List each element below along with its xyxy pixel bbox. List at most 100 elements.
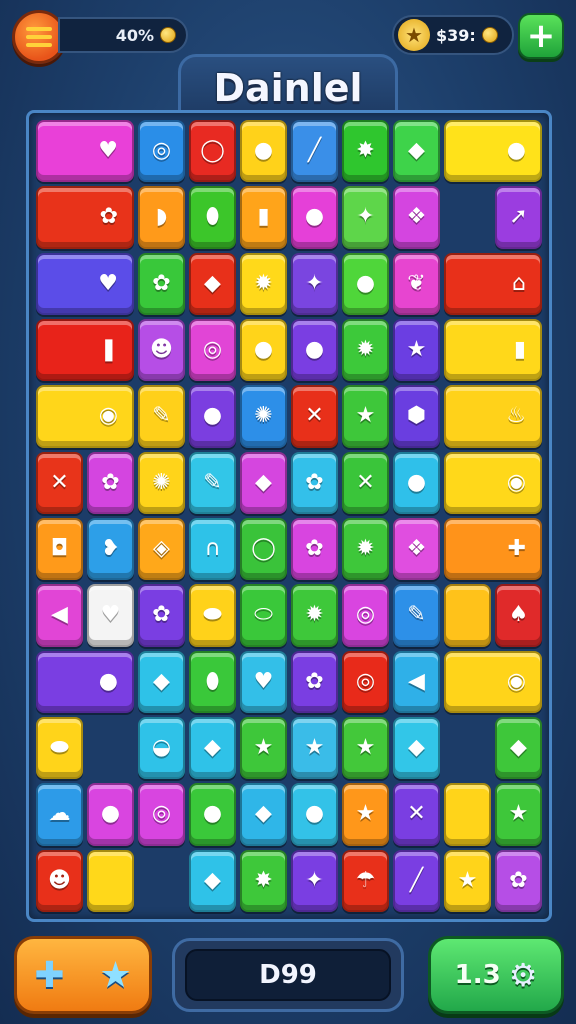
tile[interactable]: ❚ [36,319,134,382]
tile[interactable]: ⬮ [189,650,236,713]
tile[interactable]: ⬭ [240,584,287,647]
tile[interactable]: ◎ [342,650,389,713]
tile[interactable]: ● [444,120,542,183]
tile[interactable]: ◆ [240,783,287,846]
tile[interactable]: ● [342,252,389,315]
tile[interactable]: ⬬ [36,717,83,780]
tile[interactable]: ✹ [342,319,389,382]
tile[interactable] [444,584,491,647]
tile[interactable]: ☻ [36,849,83,912]
tile[interactable]: ● [189,783,236,846]
tile[interactable]: ● [291,783,338,846]
tile[interactable]: ☁ [36,783,83,846]
tile[interactable]: ◆ [240,451,287,514]
tile[interactable]: ★ [342,783,389,846]
tile[interactable]: ✕ [291,385,338,448]
tile[interactable]: ◆ [495,717,542,780]
tile[interactable]: ◆ [189,717,236,780]
tile[interactable]: ◯ [189,120,236,183]
tile[interactable] [444,783,491,846]
tile[interactable]: ● [393,451,440,514]
tile[interactable]: ♥ [36,252,134,315]
tile[interactable]: ╱ [393,849,440,912]
tile[interactable]: ◆ [189,849,236,912]
tile[interactable]: ◆ [138,650,185,713]
tile[interactable]: ➚ [495,186,542,249]
tile[interactable]: ★ [444,849,491,912]
tile[interactable]: ★ [240,717,287,780]
tile[interactable]: ✸ [342,120,389,183]
tile[interactable]: ✿ [291,650,338,713]
tile[interactable]: ✹ [240,252,287,315]
tile[interactable]: ▮ [444,319,542,382]
tile[interactable]: ◆ [189,252,236,315]
tile[interactable]: ✹ [291,584,338,647]
tile[interactable]: ❖ [393,518,440,581]
tile[interactable]: ⌂ [444,252,542,315]
tile[interactable]: ◎ [138,120,185,183]
tile[interactable]: ✿ [138,252,185,315]
tile[interactable]: ★ [342,717,389,780]
tile[interactable]: ♨ [444,385,542,448]
tile[interactable]: ✦ [342,186,389,249]
tile[interactable]: ▮ [240,186,287,249]
add-currency-button[interactable]: + [518,13,564,59]
tile[interactable]: ● [87,783,134,846]
tile[interactable]: ☻ [138,319,185,382]
tile[interactable]: ⬮ [189,186,236,249]
tile[interactable]: ◒ [138,717,185,780]
tile[interactable]: ● [291,319,338,382]
tile[interactable]: ● [36,650,134,713]
tile[interactable]: ♥ [36,120,134,183]
tile[interactable]: ✺ [138,451,185,514]
settings-button[interactable]: 1.3 ⚙ [428,936,564,1014]
tile[interactable]: ● [291,186,338,249]
tile[interactable]: ◎ [138,783,185,846]
tile[interactable]: ★ [393,319,440,382]
tile[interactable]: ◯ [240,518,287,581]
tile[interactable]: ✿ [87,451,134,514]
tile[interactable]: ✸ [240,849,287,912]
tile[interactable]: ◆ [393,717,440,780]
tile[interactable]: ✿ [291,518,338,581]
tile[interactable]: ⬬ [189,584,236,647]
tile[interactable]: ◈ [138,518,185,581]
tile[interactable]: ✚ [444,518,542,581]
tile[interactable]: ★ [495,783,542,846]
tile[interactable]: ◗ [138,186,185,249]
tile[interactable]: ◉ [36,385,134,448]
tile[interactable]: ♥ [240,650,287,713]
boost-button[interactable]: ✚ ★ [14,936,152,1014]
tile[interactable]: ⬢ [393,385,440,448]
tile[interactable]: ✦ [291,252,338,315]
tile[interactable]: ✿ [36,186,134,249]
tile[interactable]: ✹ [342,518,389,581]
tile[interactable]: ✺ [240,385,287,448]
tile[interactable]: ◀ [393,650,440,713]
tile[interactable]: ✕ [393,783,440,846]
tile[interactable]: ✎ [138,385,185,448]
tile[interactable]: ✎ [189,451,236,514]
tile[interactable]: ╱ [291,120,338,183]
tile[interactable]: ❥ [87,518,134,581]
tile[interactable] [87,849,134,912]
tile[interactable]: ✿ [291,451,338,514]
tile[interactable]: ❖ [393,186,440,249]
tile[interactable]: ♠ [495,584,542,647]
tile[interactable]: ★ [342,385,389,448]
tile[interactable]: ✎ [393,584,440,647]
tile[interactable]: ∩ [189,518,236,581]
tile[interactable]: ◘ [36,518,83,581]
tile[interactable]: ◎ [342,584,389,647]
tile[interactable]: ● [189,385,236,448]
tile[interactable]: ◉ [444,650,542,713]
tile[interactable]: ● [240,120,287,183]
tile[interactable]: ✿ [138,584,185,647]
tile[interactable]: ✕ [36,451,83,514]
tile[interactable]: ✕ [342,451,389,514]
tile[interactable]: ✦ [291,849,338,912]
tile[interactable]: ★ [291,717,338,780]
tile[interactable]: ✿ [495,849,542,912]
tile[interactable]: ◉ [444,451,542,514]
tile[interactable]: ♥ [87,584,134,647]
